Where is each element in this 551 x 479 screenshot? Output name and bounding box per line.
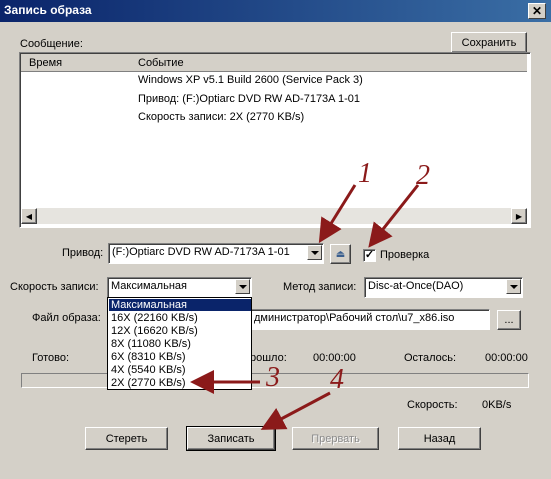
- annotation-number-1: 1: [358, 158, 372, 189]
- annotation-arrow-4: [260, 391, 331, 430]
- annotation-number-4: 4: [330, 364, 344, 395]
- annotation-arrow-1: [318, 184, 357, 244]
- annotation-number-3: 3: [266, 362, 280, 393]
- annotation-number-2: 2: [416, 160, 430, 191]
- annotation-overlay: [190, 184, 420, 430]
- annotation-arrow-2: [368, 184, 420, 248]
